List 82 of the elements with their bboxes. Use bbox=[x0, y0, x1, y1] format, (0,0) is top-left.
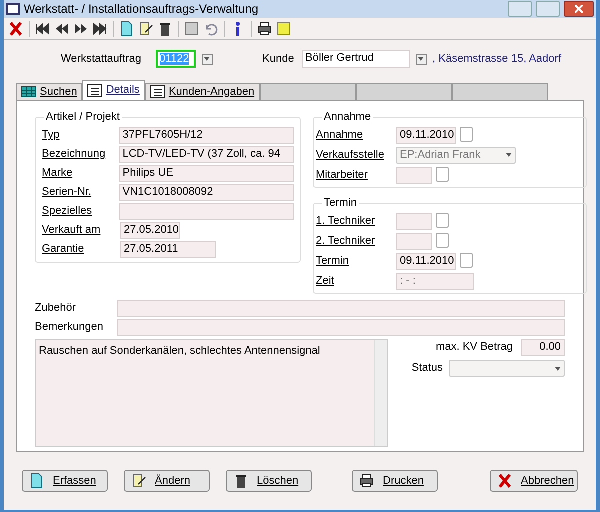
printer-icon bbox=[257, 20, 273, 36]
document-icon bbox=[29, 473, 45, 489]
info-icon bbox=[236, 20, 240, 36]
picker-button[interactable] bbox=[460, 252, 473, 268]
field-label: Bemerkungen bbox=[35, 320, 104, 336]
text-field[interactable]: Philips UE bbox=[118, 165, 294, 182]
first-icon bbox=[35, 20, 51, 36]
text-field[interactable] bbox=[396, 166, 432, 184]
dropdown-button[interactable] bbox=[416, 54, 426, 64]
text-field[interactable]: 37PFL7605H/12 bbox=[118, 127, 294, 144]
trash-icon bbox=[233, 473, 249, 489]
field-label: Annahme bbox=[316, 128, 364, 143]
field-label: Bezeichnung bbox=[42, 147, 107, 162]
pencil-document-icon bbox=[138, 20, 154, 36]
action-button[interactable]: Ändern bbox=[124, 470, 210, 492]
text-field[interactable]: 27.05.2011 bbox=[120, 241, 216, 258]
field-label: Status bbox=[412, 361, 443, 376]
amount-field[interactable]: 0.00 bbox=[521, 339, 565, 356]
status-dropdown[interactable] bbox=[449, 360, 565, 377]
field-label: Verkaufsstelle bbox=[316, 148, 386, 163]
table-icon bbox=[21, 84, 37, 100]
note-icon bbox=[276, 20, 292, 36]
trash-icon bbox=[157, 20, 173, 36]
caret-icon bbox=[418, 57, 424, 61]
picker-button[interactable] bbox=[460, 126, 473, 142]
customer-field[interactable]: Böller Gertrud bbox=[302, 50, 410, 68]
action-button[interactable]: Löschen bbox=[226, 470, 312, 492]
x-icon bbox=[497, 473, 513, 489]
action-button[interactable]: Erfassen bbox=[22, 470, 108, 492]
field-label: Zubehör bbox=[35, 301, 77, 316]
field-label: 1. Techniker bbox=[316, 214, 376, 229]
action-button[interactable]: Abbrechen bbox=[490, 470, 578, 492]
time-field[interactable]: : - : bbox=[396, 272, 474, 290]
field-label: max. KV Betrag bbox=[436, 340, 513, 356]
field-label: Verkauft am bbox=[42, 223, 102, 238]
field-label: Marke bbox=[42, 166, 74, 182]
maximize-button[interactable] bbox=[536, 1, 560, 17]
close-icon bbox=[575, 5, 583, 13]
document-icon bbox=[119, 20, 135, 36]
field-label: Werkstattauftrag bbox=[61, 52, 142, 67]
text-field[interactable]: 27.05.2010 bbox=[120, 222, 180, 239]
last-icon bbox=[92, 20, 108, 36]
field-label: Garantie bbox=[42, 242, 86, 258]
text-field[interactable] bbox=[117, 319, 565, 336]
picker-button[interactable] bbox=[436, 212, 449, 228]
action-button[interactable]: Drucken bbox=[352, 470, 438, 492]
caret-icon bbox=[204, 57, 210, 61]
text-field[interactable] bbox=[396, 232, 432, 250]
pencil-document-icon bbox=[131, 473, 147, 489]
picker-button[interactable] bbox=[436, 232, 449, 248]
text-field[interactable]: 09.11.2010 bbox=[396, 252, 456, 270]
field-label: 2. Techniker bbox=[316, 234, 376, 249]
tab[interactable]: Kunden-Angaben bbox=[144, 83, 260, 100]
field-label: Zeit bbox=[316, 274, 336, 289]
picker-button[interactable] bbox=[436, 166, 449, 182]
text-field[interactable]: VN1C1018008092 bbox=[118, 184, 294, 201]
text-field[interactable] bbox=[396, 212, 432, 230]
text-field[interactable]: 09.11.2010 bbox=[396, 126, 456, 144]
field-label: Kunde bbox=[262, 52, 296, 67]
customer-address: , Käsemstrasse 15, Aadorf bbox=[432, 52, 562, 67]
printer-icon bbox=[359, 473, 375, 489]
caret-icon bbox=[506, 153, 512, 157]
x-icon bbox=[8, 20, 24, 36]
window-title: Werkstatt- / Installationsauftrags-Verwaltung bbox=[24, 1, 260, 18]
tab[interactable]: Suchen bbox=[16, 83, 82, 100]
list-icon bbox=[87, 82, 104, 98]
caret-icon bbox=[555, 366, 561, 370]
field-label: Typ bbox=[42, 128, 61, 144]
field-label: Termin bbox=[316, 254, 350, 269]
group-title: Artikel / Projekt bbox=[44, 110, 122, 124]
text-field[interactable]: LCD-TV/LED-TV (37 Zoll, ca. 94 bbox=[118, 146, 294, 163]
field-label: Spezielles bbox=[42, 204, 94, 220]
text-field[interactable] bbox=[118, 203, 294, 220]
close-button[interactable] bbox=[564, 1, 594, 17]
dropdown-button[interactable] bbox=[202, 54, 212, 64]
field-label: Serien-Nr. bbox=[42, 185, 93, 200]
description-textarea[interactable]: Rauschen auf Sonderkanälen, schlechtes Antennensignal bbox=[35, 339, 388, 447]
minimize-button[interactable] bbox=[508, 1, 532, 17]
text-field[interactable] bbox=[117, 300, 565, 317]
field-label: Mitarbeiter bbox=[316, 168, 369, 183]
app-icon bbox=[6, 3, 20, 15]
tab[interactable]: Details bbox=[82, 80, 145, 100]
